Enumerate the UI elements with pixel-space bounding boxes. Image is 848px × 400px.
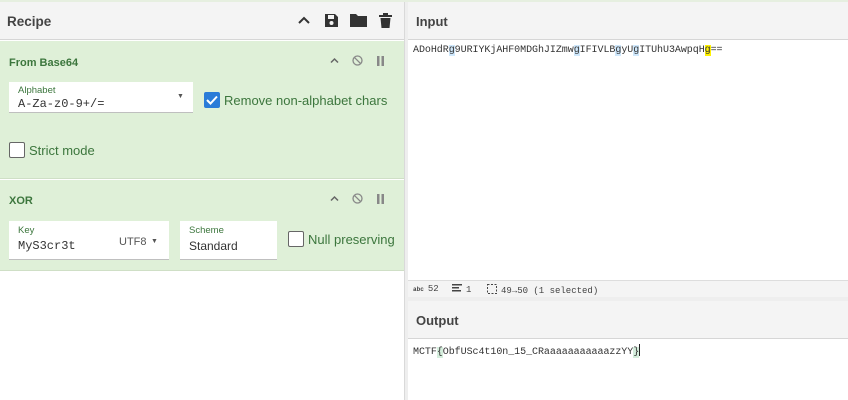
input-text: == [710,45,723,56]
null-preserving-option: Null preserving [288,231,395,247]
disable-icon[interactable] [352,193,363,204]
pause-icon[interactable] [375,55,386,66]
input-text: 9URIYKjAHF0MDGhJIZmw [454,45,574,56]
trash-icon[interactable] [376,11,394,29]
null-preserving-label: Null preserving [308,231,395,247]
chevron-up-icon[interactable] [329,55,340,66]
strict-mode-checkbox[interactable] [9,142,25,158]
chevron-up-icon[interactable] [329,193,340,204]
operation-title: From Base64 [9,57,79,69]
output-pane: Output MCTF{ObfUSc4t10n_15_CRaaaaaaaaaaa… [408,301,848,400]
output-title: Output [416,313,459,328]
key-input[interactable]: Key MyS3cr3t UTF8 ▼ [9,221,169,260]
length-stat: abc 52 [413,284,439,294]
input-text: ITUhU3AwpqH [639,45,705,56]
caret-down-icon: ▼ [151,238,158,245]
input-text: yU [621,45,634,56]
output-header: Output [408,301,848,339]
operation-title: XOR [9,195,33,207]
scheme-label: Scheme [189,225,224,236]
pause-icon[interactable] [375,193,386,204]
folder-icon[interactable] [349,11,367,29]
recipe-header: Recipe [0,2,404,40]
alphabet-value: A-Za-z0-9+/= [18,97,105,111]
caret-down-icon: ▼ [177,93,184,100]
key-encoding-dropdown[interactable]: UTF8 [119,236,147,248]
disable-icon[interactable] [352,55,363,66]
abc-icon: abc [413,285,424,293]
output-text: MCTF [413,347,437,358]
remove-nonalpha-label: Remove non-alphabet chars [224,92,388,108]
recipe-title: Recipe [7,14,52,29]
alphabet-select[interactable]: Alphabet A-Za-z0-9+/= ▼ [9,82,193,113]
operation-controls [329,55,386,66]
input-text: ADoHdR [413,45,449,56]
lines-value: 1 [466,284,472,295]
strict-mode-option: Strict mode [9,142,95,158]
null-preserving-checkbox[interactable] [288,231,304,247]
selection-stat: 49→50 (1 selected) [487,284,598,297]
input-header: Input [408,2,848,40]
input-status-bar: abc 52 1 49→50 (1 selected) [408,280,848,297]
input-title: Input [416,14,448,29]
output-textarea[interactable]: MCTF{ObfUSc4t10n_15_CRaaaaaaaaaaazzYY} [413,344,641,358]
operation-from-base64: From Base64 Alphabet A-Za-z0-9+/= ▼ Remo… [0,41,404,179]
remove-nonalpha-option: Remove non-alphabet chars [204,92,387,108]
input-pane: Input ADoHdRg9URIYKjAHF0MDGhJIZmwgIFIVLB… [408,2,848,297]
input-textarea[interactable]: ADoHdRg9URIYKjAHF0MDGhJIZmwgIFIVLBgyUgIT… [413,45,723,56]
scheme-value: Standard [189,239,238,253]
key-value: MyS3cr3t [18,239,76,253]
text-cursor [639,344,641,356]
strict-mode-label: Strict mode [29,142,95,158]
lines-icon [452,284,462,295]
alphabet-label: Alphabet [18,85,56,96]
remove-nonalpha-checkbox[interactable] [204,92,220,108]
operation-xor: XOR Key MyS3cr3t UTF8 ▼ Scheme Standard … [0,180,404,271]
save-icon[interactable] [322,11,340,29]
selection-value: 49→50 (1 selected) [501,285,599,296]
chevron-up-icon[interactable] [295,11,313,29]
key-label: Key [18,225,35,236]
scheme-select[interactable]: Scheme Standard [180,221,277,260]
length-value: 52 [427,284,439,294]
lines-stat: 1 [452,284,471,295]
output-text: ObfUSc4t10n_15_CRaaaaaaaaaaazzYY [442,347,634,358]
input-text: IFIVLB [579,45,616,56]
operation-controls [329,193,386,204]
selection-icon [487,284,497,297]
recipe-pane: Recipe From Base64 Alphabet A-Za-z0-9+/=… [0,2,405,400]
recipe-header-icons [295,11,394,29]
